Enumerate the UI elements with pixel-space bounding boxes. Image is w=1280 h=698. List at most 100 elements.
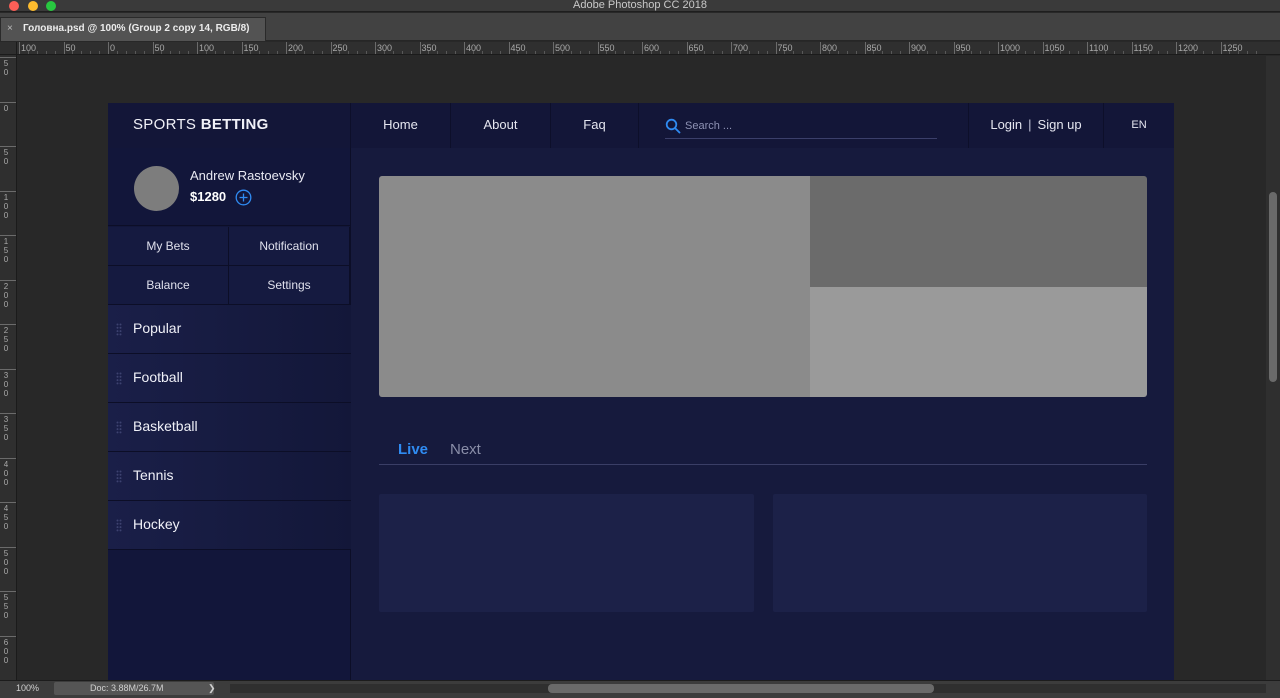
banner-side-top-placeholder[interactable]	[810, 176, 1147, 287]
ruler-minor-tick	[802, 51, 804, 54]
sport-item-hockey[interactable]: Hockey	[108, 501, 351, 550]
ruler-label: 550	[3, 593, 9, 620]
ruler-minor-tick	[917, 51, 919, 54]
ruler-origin[interactable]	[0, 42, 17, 55]
window-titlebar: Adobe Photoshop CC 2018	[0, 0, 1280, 12]
site-logo[interactable]: SPORTS BETTING	[108, 103, 351, 148]
ruler-label: 150	[3, 237, 9, 264]
horizontal-scrollbar-thumb[interactable]	[548, 684, 934, 693]
sport-item-football[interactable]: Football	[108, 354, 351, 403]
ruler-minor-tick	[659, 51, 661, 54]
nav-home[interactable]: Home	[351, 103, 451, 148]
ruler-minor-tick	[1140, 51, 1142, 54]
settings-button[interactable]: Settings	[229, 266, 350, 305]
login-link[interactable]: Login	[990, 117, 1022, 132]
ruler-minor-tick	[428, 51, 430, 54]
user-profile: Andrew Rastoevsky $1280	[108, 148, 351, 226]
ruler-minor-tick	[757, 51, 759, 54]
ruler-minor-tick	[179, 51, 181, 54]
ruler-minor-tick	[1158, 51, 1160, 54]
chevron-right-icon[interactable]: ❯	[208, 681, 216, 695]
ruler-minor-tick	[935, 51, 937, 54]
vertical-scrollbar[interactable]	[1266, 56, 1280, 680]
tab-next[interactable]: Next	[450, 441, 481, 458]
zoom-level[interactable]: 100%	[0, 681, 54, 698]
ruler-tick	[0, 146, 16, 147]
ruler-tick	[375, 42, 376, 54]
document-tab[interactable]: × Головна.psd @ 100% (Group 2 copy 14, R…	[0, 17, 266, 41]
ruler-label: 0	[110, 43, 116, 53]
ruler-tick	[419, 42, 421, 54]
ruler-label: 400	[3, 459, 9, 487]
vertical-scrollbar-thumb[interactable]	[1269, 192, 1277, 382]
sport-item-basketball[interactable]: Basketball	[108, 403, 351, 452]
banner-main-placeholder[interactable]	[379, 176, 810, 397]
banner-side-bottom-placeholder[interactable]	[810, 287, 1147, 397]
search-input[interactable]	[685, 117, 925, 135]
ruler-minor-tick	[846, 51, 848, 54]
nav-about[interactable]: About	[451, 103, 551, 148]
ruler-minor-tick	[1069, 51, 1071, 54]
avatar[interactable]	[134, 166, 179, 211]
ruler-tick	[108, 42, 109, 54]
ruler-minor-tick	[1211, 51, 1213, 54]
ruler-minor-tick	[570, 51, 572, 54]
ruler-label: 350	[3, 415, 9, 442]
drag-handle-icon	[116, 519, 122, 532]
ruler-minor-tick	[650, 51, 652, 54]
ruler-minor-tick	[704, 51, 706, 54]
document-info[interactable]: Doc: 3.88M/26.7M	[54, 682, 214, 695]
ruler-label: 100	[3, 192, 9, 220]
ruler-minor-tick	[561, 51, 563, 54]
ruler-minor-tick	[1238, 51, 1240, 54]
ruler-minor-tick	[99, 51, 101, 54]
ruler-minor-tick	[633, 51, 635, 54]
horizontal-scrollbar[interactable]	[230, 684, 1266, 693]
event-card-placeholder[interactable]	[379, 494, 754, 612]
ruler-minor-tick	[739, 51, 741, 54]
ruler-minor-tick	[971, 51, 973, 54]
search-bar[interactable]	[665, 115, 937, 139]
close-tab-icon[interactable]: ×	[7, 18, 13, 40]
ruler-tick	[1087, 42, 1088, 54]
ruler-minor-tick	[1104, 51, 1106, 54]
ruler-minor-tick	[410, 51, 412, 54]
sport-label: Popular	[133, 320, 182, 336]
ruler-minor-tick	[1033, 51, 1035, 54]
signup-link[interactable]: Sign up	[1038, 117, 1082, 132]
tab-live[interactable]: Live	[398, 441, 428, 458]
ruler-minor-tick	[401, 51, 403, 54]
logo-bold-text: BETTING	[200, 116, 269, 133]
my-bets-button[interactable]: My Bets	[108, 227, 229, 266]
ruler-minor-tick	[891, 51, 893, 54]
ruler-label: 450	[3, 504, 9, 531]
artboard: SPORTS BETTING Home About Faq Login | Sign…	[108, 103, 1174, 680]
drag-handle-icon	[116, 421, 122, 434]
ruler-minor-tick	[766, 51, 768, 54]
balance-button[interactable]: Balance	[108, 266, 229, 305]
ruler-tick	[152, 42, 154, 54]
ruler-minor-tick	[1113, 51, 1115, 54]
user-balance: $1280	[190, 189, 227, 204]
sport-item-popular[interactable]: Popular	[108, 305, 351, 354]
ruler-minor-tick	[828, 51, 830, 54]
ruler-minor-tick	[481, 51, 483, 54]
ruler-minor-tick	[312, 51, 314, 54]
vertical-ruler[interactable]: 50 0 50 100 150 200 250 300 350 400 450 500 550 600	[0, 55, 17, 680]
ruler-minor-tick	[695, 51, 697, 54]
ruler-minor-tick	[1095, 51, 1097, 54]
horizontal-ruler[interactable]: 100 50 0 50 100 150 200 250 300 350 400 450 500 550 60…	[17, 42, 1280, 55]
nav-faq[interactable]: Faq	[551, 103, 639, 148]
ruler-minor-tick	[161, 51, 163, 54]
ruler-tick	[0, 591, 16, 592]
add-circle-icon[interactable]	[235, 189, 252, 206]
ruler-minor-tick	[811, 51, 813, 54]
ruler-label: 50	[3, 148, 9, 166]
ruler-tick	[241, 42, 243, 54]
notification-button[interactable]: Notification	[229, 227, 350, 266]
ruler-minor-tick	[544, 51, 546, 54]
sport-item-tennis[interactable]: Tennis	[108, 452, 351, 501]
ruler-minor-tick	[348, 51, 350, 54]
event-card-placeholder[interactable]	[773, 494, 1147, 612]
language-switch[interactable]: EN	[1104, 103, 1174, 148]
